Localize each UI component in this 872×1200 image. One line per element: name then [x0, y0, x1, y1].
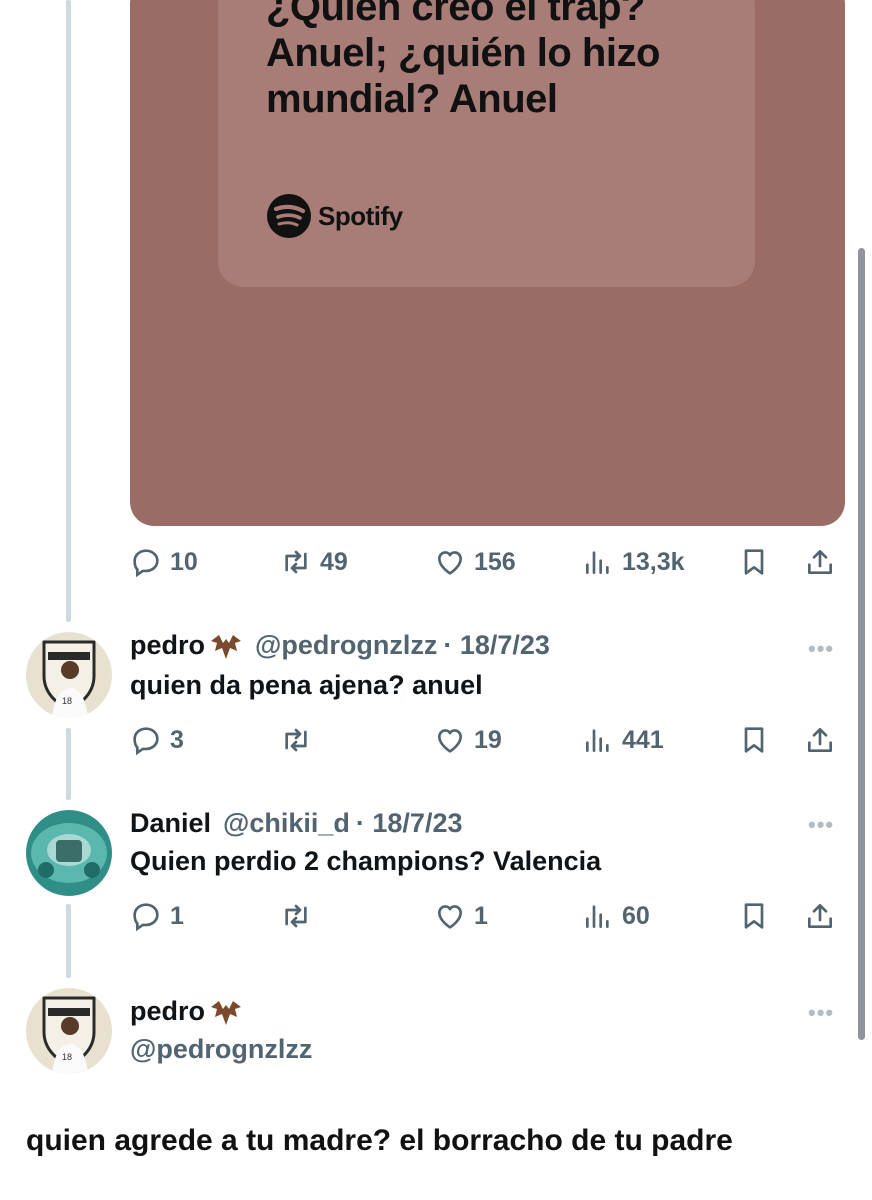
- reply-count: 3: [170, 725, 184, 754]
- share-button[interactable]: [804, 896, 836, 936]
- reply-icon: [133, 727, 159, 756]
- reply-icon: [133, 549, 159, 578]
- user-handle[interactable]: @chikii_d: [223, 808, 350, 839]
- lyrics-line: Anuel; ¿quién lo hizo: [266, 31, 660, 75]
- views-icon: [586, 729, 609, 752]
- like-button[interactable]: 19: [434, 720, 502, 760]
- display-name[interactable]: pedro: [130, 630, 205, 661]
- avatar-image: 18: [26, 632, 112, 718]
- spotify-brand: Spotify: [266, 193, 403, 239]
- like-count: 19: [474, 725, 502, 754]
- avatar-image: [26, 810, 112, 896]
- more-options-button[interactable]: •••: [808, 1000, 834, 1026]
- views-count: 60: [622, 901, 650, 930]
- like-button[interactable]: 1: [434, 896, 488, 936]
- scrollbar[interactable]: [858, 248, 865, 1040]
- repost-button[interactable]: [280, 896, 320, 936]
- bookmark-button[interactable]: [738, 896, 770, 936]
- reply-header: pedro @pedrognzlzz · 18/7/23: [130, 630, 550, 661]
- svg-text:18: 18: [62, 696, 72, 706]
- user-handle[interactable]: @pedrognzlzz: [255, 630, 437, 661]
- avatar[interactable]: 18: [26, 632, 112, 718]
- post-date[interactable]: · 18/7/23: [356, 808, 463, 839]
- bookmark-icon: [744, 549, 764, 575]
- views-icon: [586, 551, 609, 574]
- like-icon: [438, 905, 462, 929]
- avatar[interactable]: 18: [26, 988, 112, 1074]
- repost-count: 49: [320, 547, 348, 576]
- share-icon: [808, 904, 832, 928]
- like-button[interactable]: 156: [434, 542, 516, 582]
- more-options-button[interactable]: •••: [808, 636, 834, 662]
- user-handle[interactable]: @pedrognzlzz: [130, 1034, 312, 1065]
- share-button[interactable]: [804, 720, 836, 760]
- lyrics-line: mundial? Anuel: [266, 77, 558, 121]
- views-button[interactable]: 60: [582, 896, 650, 936]
- more-options-button[interactable]: •••: [808, 812, 834, 838]
- reply-actions: 3 19 441: [130, 720, 845, 760]
- reply-actions: 1 1 60: [130, 896, 845, 936]
- reply-header: Daniel @chikii_d · 18/7/23: [130, 808, 462, 839]
- thread-line-2: [66, 904, 71, 978]
- reply-button[interactable]: 10: [130, 542, 198, 582]
- share-icon: [808, 550, 832, 574]
- like-count: 156: [474, 547, 516, 576]
- views-button[interactable]: 441: [582, 720, 664, 760]
- post-date[interactable]: · 18/7/23: [443, 630, 550, 661]
- reply-text: Quien perdio 2 champions? Valencia: [130, 846, 602, 876]
- reply-count: 1: [170, 901, 184, 930]
- repost-icon: [285, 728, 307, 752]
- repost-icon: [285, 904, 307, 928]
- views-count: 441: [622, 725, 664, 754]
- reply-button[interactable]: 1: [130, 896, 184, 936]
- reply-text: quien da pena ajena? anuel: [130, 670, 483, 700]
- repost-button[interactable]: 49: [280, 542, 348, 582]
- bookmark-icon: [744, 903, 764, 929]
- display-name[interactable]: Daniel: [130, 808, 211, 839]
- bookmark-button[interactable]: [738, 720, 770, 760]
- bat-emoji-icon: [211, 634, 242, 659]
- views-icon: [586, 905, 609, 928]
- tweet-media-image[interactable]: ¿Quién creó el trap? Anuel; ¿quién lo hi…: [130, 0, 845, 526]
- composer-header: pedro: [130, 996, 255, 1027]
- share-button[interactable]: [804, 542, 836, 582]
- views-button[interactable]: 13,3k: [582, 542, 685, 582]
- spotify-wordmark: Spotify: [318, 200, 403, 231]
- lyrics-text: ¿Quién creó el trap? Anuel; ¿quién lo hi…: [266, 0, 746, 122]
- thread-line-top: [66, 0, 71, 622]
- avatar-image: 18: [26, 988, 112, 1074]
- svg-text:18: 18: [62, 1052, 72, 1062]
- like-count: 1: [474, 901, 488, 930]
- like-icon: [438, 729, 462, 753]
- repost-icon: [285, 550, 307, 574]
- thread-line-1: [66, 728, 71, 800]
- reply-icon: [133, 903, 159, 932]
- repost-button[interactable]: [280, 720, 320, 760]
- caption-text: quien agrede a tu madre? el borracho de …: [26, 1124, 733, 1157]
- main-tweet-actions: 10 49 156 13,3k: [130, 542, 845, 582]
- spotify-lyrics-card: ¿Quién creó el trap? Anuel; ¿quién lo hi…: [218, 0, 755, 287]
- reply-count: 10: [170, 547, 198, 576]
- spotify-logo-icon: [267, 194, 311, 238]
- lyrics-line: ¿Quién creó el trap?: [266, 0, 645, 29]
- bookmark-icon: [744, 727, 764, 753]
- reply-button[interactable]: 3: [130, 720, 184, 760]
- display-name[interactable]: pedro: [130, 996, 205, 1027]
- views-count: 13,3k: [622, 547, 685, 576]
- bookmark-button[interactable]: [738, 542, 770, 582]
- share-icon: [808, 728, 832, 752]
- avatar[interactable]: [26, 810, 112, 896]
- like-icon: [438, 551, 462, 575]
- bat-emoji-icon: [211, 1000, 242, 1025]
